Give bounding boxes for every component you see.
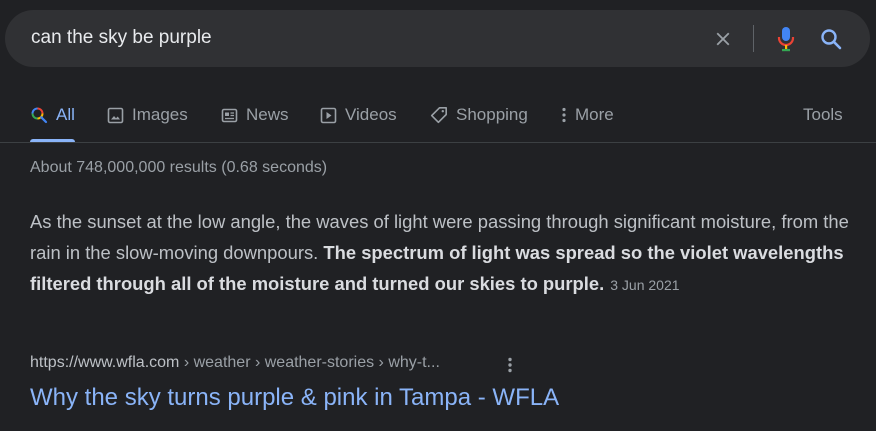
result-title-link[interactable]: Why the sky turns purple & pink in Tampa…: [30, 384, 559, 412]
more-vert-icon: [560, 106, 568, 124]
newspaper-icon: [220, 106, 238, 124]
result-breadcrumbs: › weather › weather-stories › why-t...: [179, 354, 440, 371]
tabs-divider: [0, 142, 876, 143]
result-stats: About 748,000,000 results (0.68 seconds): [30, 159, 328, 176]
tag-icon: [430, 106, 448, 124]
more-options-icon[interactable]: [502, 354, 518, 376]
search-multicolor-icon: [30, 106, 48, 124]
tab-news[interactable]: News: [220, 92, 289, 142]
tab-all[interactable]: All: [30, 92, 75, 142]
tab-shopping[interactable]: Shopping: [430, 92, 528, 142]
featured-snippet: As the sunset at the low angle, the wave…: [30, 206, 860, 301]
tab-news-label: News: [246, 105, 289, 124]
play-icon: [319, 106, 337, 124]
result-domain: https://www.wfla.com: [30, 354, 180, 371]
search-divider: [753, 25, 754, 52]
image-icon: [106, 106, 124, 124]
search-icon[interactable]: [816, 23, 846, 55]
snippet-date: 3 Jun 2021: [610, 277, 680, 293]
microphone-icon[interactable]: [771, 23, 801, 55]
tab-more[interactable]: More: [560, 92, 614, 142]
search-input[interactable]: can the sky be purple: [31, 27, 212, 49]
search-tabs: All Images News Videos Shopping More Too…: [0, 92, 876, 142]
search-bar[interactable]: can the sky be purple: [5, 10, 870, 67]
close-icon[interactable]: [708, 24, 738, 54]
tools-label: Tools: [803, 105, 843, 124]
tab-all-label: All: [56, 105, 75, 124]
tools-button[interactable]: Tools: [803, 92, 843, 142]
tab-more-label: More: [575, 105, 614, 124]
tab-videos[interactable]: Videos: [319, 92, 397, 142]
result-url[interactable]: https://www.wfla.com › weather › weather…: [30, 354, 440, 372]
tab-shopping-label: Shopping: [456, 105, 528, 124]
tab-images-label: Images: [132, 105, 188, 124]
tab-videos-label: Videos: [345, 105, 397, 124]
tab-images[interactable]: Images: [106, 92, 188, 142]
